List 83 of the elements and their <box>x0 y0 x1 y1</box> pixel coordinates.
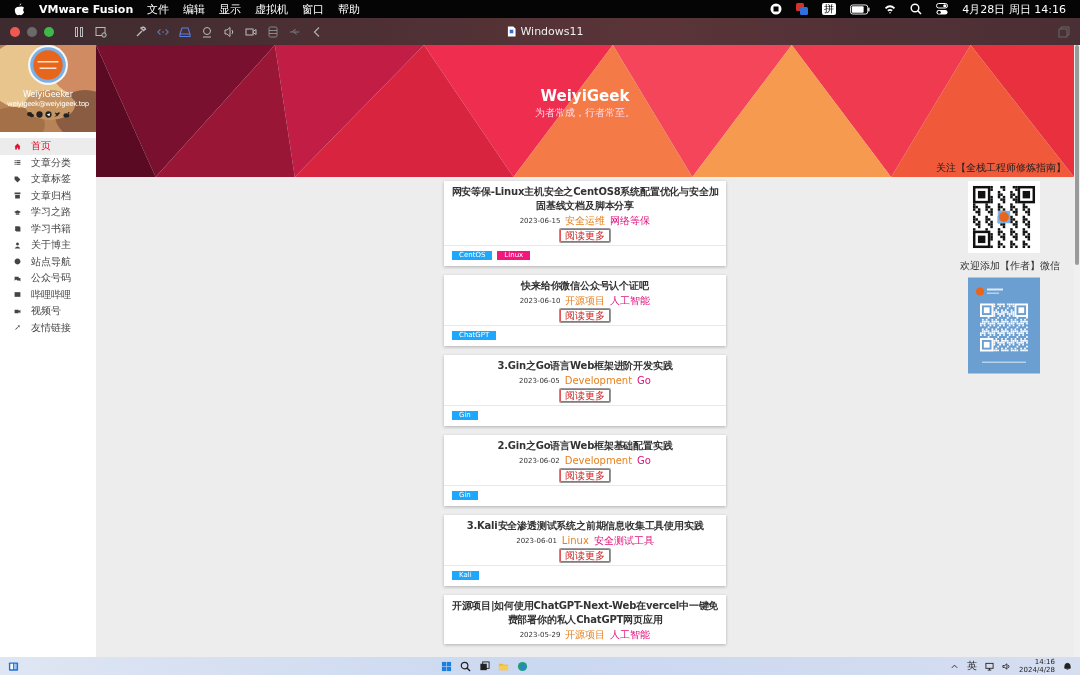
qr-code-icon <box>968 181 1040 253</box>
menu-item[interactable]: 虚拟机 <box>255 1 289 17</box>
category-link[interactable]: 人工智能 <box>610 629 651 641</box>
snapshot-icon[interactable] <box>95 25 107 38</box>
tags-icon <box>14 175 21 183</box>
menu-item[interactable]: 显示 <box>219 1 242 17</box>
menu-item[interactable]: 编辑 <box>183 1 206 17</box>
post-title[interactable]: 3.Gin之Go语言Web框架进阶开发实践 <box>497 359 673 373</box>
chat-icon <box>14 274 21 282</box>
notification-icon[interactable] <box>1063 661 1072 671</box>
sidebar-item[interactable]: 学习书籍 <box>0 220 96 237</box>
record-icon[interactable] <box>770 3 783 15</box>
category-link[interactable]: 安全测试工具 <box>593 535 654 547</box>
sidebar-item[interactable]: 文章归档 <box>0 187 96 204</box>
menu-item[interactable]: 窗口 <box>302 1 325 17</box>
sidebar-item[interactable]: 公众号码 <box>0 270 96 287</box>
follow-caption: 关注【全栈工程师修炼指南】 <box>936 161 1066 175</box>
minimize-button[interactable] <box>27 26 37 37</box>
drive-icon[interactable] <box>179 25 191 38</box>
post-title[interactable]: 快来给你微信公众号认个证吧 <box>521 279 649 293</box>
read-more-button[interactable]: 阅读更多 <box>560 309 610 322</box>
storage-icon[interactable] <box>267 25 279 38</box>
menubar-clock[interactable]: 4月28日 周日 14:16 <box>962 1 1066 17</box>
category-link[interactable]: Go <box>637 455 651 467</box>
browser-icon[interactable] <box>517 660 529 672</box>
speaker-icon[interactable] <box>223 25 235 38</box>
battery-icon[interactable] <box>850 3 871 15</box>
user-icon <box>14 241 21 249</box>
link-icon <box>14 324 21 332</box>
book-icon <box>14 225 21 233</box>
sidebar-item[interactable]: 站点导航 <box>0 253 96 270</box>
cap-icon <box>14 208 21 216</box>
category-link[interactable]: 人工智能 <box>610 295 651 307</box>
home-icon <box>14 142 21 150</box>
network-icon[interactable] <box>985 661 995 671</box>
menu-item[interactable]: 文件 <box>147 1 170 17</box>
speaker-icon[interactable] <box>1002 661 1012 671</box>
control-center-icon[interactable] <box>936 3 949 15</box>
input-method-indicator[interactable]: 英 <box>967 659 978 673</box>
post-title[interactable]: 开源项目|如何使用ChatGPT-Next-Web在vercel中一键免费部署你的私人ChatGPT网页应用 <box>450 599 720 627</box>
sidebar-item[interactable]: 文章标签 <box>0 171 96 188</box>
post-title[interactable]: 2.Gin之Go语言Web框架基础配置实践 <box>497 439 673 453</box>
read-more-button[interactable]: 阅读更多 <box>560 229 610 242</box>
document-icon <box>507 26 517 37</box>
app-status-icon[interactable] <box>796 3 809 15</box>
sidebar-item[interactable]: 文章分类 <box>0 154 96 171</box>
sidebar-item[interactable]: 首页 <box>0 138 96 155</box>
search-icon[interactable] <box>910 3 923 15</box>
task-view-icon[interactable] <box>479 660 491 672</box>
site-motto: 为者常成，行者常至。 <box>535 106 635 120</box>
camera-icon[interactable] <box>201 25 213 38</box>
close-button[interactable] <box>10 26 20 37</box>
video-camera-icon[interactable] <box>245 25 257 38</box>
pause-icon[interactable] <box>73 25 85 38</box>
start-icon[interactable] <box>441 660 453 672</box>
widgets-icon[interactable] <box>8 660 19 672</box>
scrollbar-thumb[interactable] <box>1075 45 1079 265</box>
wrench-icon[interactable] <box>135 25 147 38</box>
menu-item[interactable]: 帮助 <box>338 1 361 17</box>
list-icon <box>14 159 21 167</box>
wechat-caption: 欢迎添加【作者】微信 <box>960 259 1060 273</box>
post-title[interactable]: 3.Kali安全渗透测试系统之前期信息收集工具使用实践 <box>466 519 704 533</box>
read-more-button[interactable]: 阅读更多 <box>560 389 610 402</box>
read-more-button[interactable]: 阅读更多 <box>560 469 610 482</box>
sidebar-item[interactable]: 哔哩哔哩 <box>0 286 96 303</box>
read-more-button[interactable]: 阅读更多 <box>560 549 610 562</box>
category-link[interactable]: Go <box>637 375 651 387</box>
input-method-indicator[interactable]: 拼 <box>822 3 837 15</box>
fullscreen-button[interactable] <box>44 26 54 37</box>
archive-icon <box>14 192 21 200</box>
sidebar-item[interactable]: 友情链接 <box>0 319 96 336</box>
video-icon <box>14 307 21 315</box>
category-link[interactable]: 网络等保 <box>610 215 651 227</box>
post-title[interactable]: 网安等保-Linux主机安全之CentOS8系统配置优化与安全加固基线文档及脚本分享 <box>450 185 720 213</box>
site-title: WeiyiGeek <box>540 87 630 105</box>
wifi-icon[interactable] <box>884 3 897 15</box>
app-menu[interactable]: VMware Fusion <box>39 2 134 16</box>
sidebar-item[interactable]: 关于博主 <box>0 237 96 254</box>
sidebar-item[interactable]: 视频号 <box>0 303 96 320</box>
search-icon[interactable] <box>460 660 472 672</box>
sidebar-item[interactable]: 学习之路 <box>0 204 96 221</box>
window-title: Windows11 <box>520 25 584 38</box>
apple-icon[interactable] <box>14 2 25 16</box>
